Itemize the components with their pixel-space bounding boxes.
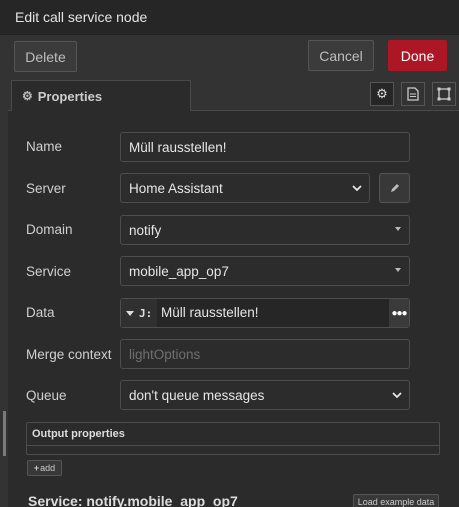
pencil-icon — [390, 184, 399, 192]
edit-server-button[interactable] — [379, 173, 410, 203]
queue-select[interactable]: don't queue messages — [120, 380, 410, 410]
add-label: add — [40, 463, 56, 473]
service-value: mobile_app_op7 — [129, 263, 229, 279]
cancel-button[interactable]: Cancel — [308, 40, 374, 71]
service-input[interactable]: mobile_app_op7 — [120, 256, 410, 286]
service-heading: Service: notify.mobile_app_op7 — [28, 493, 238, 507]
name-input[interactable]: Müll rausstellen! — [120, 132, 410, 162]
name-label: Name — [26, 139, 63, 154]
add-output-property-button[interactable]: + add — [27, 460, 62, 476]
dialog-title: Edit call service node — [15, 9, 148, 25]
server-select[interactable]: Home Assistant — [120, 173, 370, 203]
document-icon — [407, 87, 419, 101]
jsonata-icon: J: — [139, 306, 153, 320]
domain-input[interactable]: notify — [120, 215, 410, 245]
done-button[interactable]: Done — [388, 40, 447, 71]
queue-value: don't queue messages — [129, 387, 265, 403]
data-value-input[interactable]: Müll rausstellen! — [161, 305, 259, 320]
resize-handle[interactable] — [3, 411, 6, 456]
gear-icon: ⚙ — [376, 86, 388, 101]
data-expand-button[interactable]: ●●● — [389, 299, 409, 327]
data-typed-input: J: Müll rausstellen! ●●● — [120, 298, 410, 328]
node-appearance-button[interactable] — [432, 82, 456, 106]
chevron-down-icon — [392, 392, 402, 399]
node-settings-button[interactable]: ⚙ — [370, 82, 394, 106]
data-label: Data — [26, 305, 55, 320]
tab-properties-label: Properties — [37, 88, 103, 104]
merge-context-input[interactable]: lightOptions — [120, 339, 410, 369]
domain-value: notify — [129, 222, 162, 238]
domain-label: Domain — [26, 222, 73, 237]
queue-label: Queue — [26, 388, 67, 403]
service-label: Service — [26, 264, 72, 279]
node-description-button[interactable] — [401, 82, 425, 106]
ellipsis-icon: ●●● — [391, 307, 407, 319]
appearance-icon — [437, 87, 451, 101]
triangle-down-icon — [126, 310, 134, 316]
output-properties-list: Output properties — [26, 422, 440, 455]
data-type-selector[interactable]: J: — [121, 299, 157, 327]
server-value: Home Assistant — [129, 180, 223, 196]
delete-button[interactable]: Delete — [14, 41, 77, 72]
plus-icon: + — [33, 463, 40, 473]
output-properties-header: Output properties — [27, 423, 439, 446]
load-example-data-button[interactable]: Load example data — [353, 494, 439, 507]
merge-context-label: Merge context — [26, 347, 112, 362]
caret-down-icon — [395, 227, 401, 231]
chevron-down-icon — [352, 185, 362, 192]
caret-down-icon — [395, 268, 401, 272]
tab-properties[interactable]: ⚙ Properties — [11, 80, 191, 111]
gear-icon: ⚙ — [22, 89, 33, 103]
dialog-title-bar: Edit call service node — [0, 0, 459, 35]
server-label: Server — [26, 181, 66, 196]
